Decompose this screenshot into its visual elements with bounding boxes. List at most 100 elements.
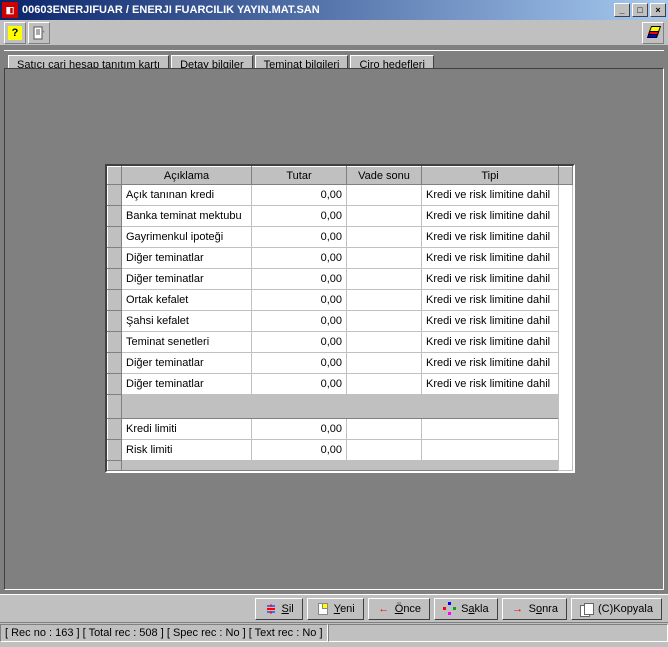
col-header-due[interactable]: Vade sonu <box>347 167 422 185</box>
once-button[interactable]: ← Önce <box>368 598 430 620</box>
sonra-button[interactable]: → Sonra <box>502 598 567 620</box>
cell-desc[interactable]: Diğer teminatlar <box>122 374 252 395</box>
cell-type[interactable]: Kredi ve risk limitine dahil <box>422 185 559 206</box>
cell-type[interactable]: Kredi ve risk limitine dahil <box>422 206 559 227</box>
cell-type[interactable] <box>422 419 559 440</box>
cell-due[interactable] <box>347 311 422 332</box>
row-header[interactable] <box>108 206 122 227</box>
cell-due[interactable] <box>347 227 422 248</box>
cell-desc[interactable]: Gayrimenkul ipoteği <box>122 227 252 248</box>
prev-icon: ← <box>377 602 391 616</box>
document-button[interactable] <box>28 22 50 44</box>
cell-desc[interactable]: Şahsi kefalet <box>122 311 252 332</box>
cell-due[interactable] <box>347 185 422 206</box>
cell-type[interactable]: Kredi ve risk limitine dahil <box>422 332 559 353</box>
cell-amount[interactable]: 0,00 <box>252 185 347 206</box>
cell-desc[interactable]: Açık tanınan kredi <box>122 185 252 206</box>
cell-desc[interactable]: Risk limiti <box>122 440 252 461</box>
toolbar: ? <box>0 20 668 46</box>
row-header[interactable] <box>108 440 122 461</box>
close-button[interactable]: × <box>650 3 666 17</box>
table-row[interactable]: Diğer teminatlar0,00 Kredi ve risk limiti… <box>108 269 573 290</box>
table-row[interactable]: Ortak kefalet0,00 Kredi ve risk limitine … <box>108 290 573 311</box>
cell-due[interactable] <box>347 290 422 311</box>
table-row[interactable]: Diğer teminatlar0,00 Kredi ve risk limiti… <box>108 353 573 374</box>
cell-due[interactable] <box>347 206 422 227</box>
cell-type[interactable]: Kredi ve risk limitine dahil <box>422 311 559 332</box>
row-header[interactable] <box>108 332 122 353</box>
cell-due[interactable] <box>347 332 422 353</box>
row-header[interactable] <box>108 311 122 332</box>
row-header[interactable] <box>108 290 122 311</box>
cell-amount[interactable]: 0,00 <box>252 440 347 461</box>
cell-desc[interactable]: Teminat senetleri <box>122 332 252 353</box>
table-row[interactable]: Şahsi kefalet0,00 Kredi ve risk limitine … <box>108 311 573 332</box>
cell-desc[interactable]: Banka teminat mektubu <box>122 206 252 227</box>
cell-desc[interactable]: Diğer teminatlar <box>122 353 252 374</box>
cell-type[interactable]: Kredi ve risk limitine dahil <box>422 248 559 269</box>
table-row[interactable]: Teminat senetleri0,00 Kredi ve risk limit… <box>108 332 573 353</box>
window-title: 00603ENERJIFUAR / ENERJI FUARCILIK YAYIN… <box>22 4 614 16</box>
cell-amount[interactable]: 0,00 <box>252 248 347 269</box>
row-header[interactable] <box>108 419 122 440</box>
row-header[interactable] <box>108 269 122 290</box>
data-grid[interactable]: Açıklama Tutar Vade sonu Tipi Açık tanın… <box>105 164 575 473</box>
cell-type[interactable]: Kredi ve risk limitine dahil <box>422 290 559 311</box>
yeni-button[interactable]: Yeni <box>307 598 364 620</box>
cell-due[interactable] <box>347 419 422 440</box>
cell-due[interactable] <box>347 248 422 269</box>
cell-type[interactable]: Kredi ve risk limitine dahil <box>422 353 559 374</box>
row-header[interactable] <box>108 353 122 374</box>
cell-amount[interactable]: 0,00 <box>252 311 347 332</box>
table-row[interactable]: Banka teminat mektubu0,00 Kredi ve risk l… <box>108 206 573 227</box>
cell-type[interactable]: Kredi ve risk limitine dahil <box>422 269 559 290</box>
row-header[interactable] <box>108 227 122 248</box>
maximize-button[interactable]: □ <box>632 3 648 17</box>
layers-button[interactable] <box>642 22 664 44</box>
table-row[interactable]: Diğer teminatlar0,00 Kredi ve risk limiti… <box>108 374 573 395</box>
kopyala-button[interactable]: (C)Kopyala <box>571 598 662 620</box>
minimize-button[interactable]: _ <box>614 3 630 17</box>
cell-desc[interactable]: Kredi limiti <box>122 419 252 440</box>
cell-amount[interactable]: 0,00 <box>252 419 347 440</box>
cell-desc[interactable]: Diğer teminatlar <box>122 269 252 290</box>
cell-type[interactable]: Kredi ve risk limitine dahil <box>422 374 559 395</box>
row-header[interactable] <box>108 248 122 269</box>
header-row: Açıklama Tutar Vade sonu Tipi <box>108 167 573 185</box>
cell-due[interactable] <box>347 269 422 290</box>
cell-amount[interactable]: 0,00 <box>252 332 347 353</box>
tab-content: Açıklama Tutar Vade sonu Tipi Açık tanın… <box>4 68 664 590</box>
cell-amount[interactable]: 0,00 <box>252 206 347 227</box>
cell-amount[interactable]: 0,00 <box>252 353 347 374</box>
help-button[interactable]: ? <box>4 22 26 44</box>
col-header-type[interactable]: Tipi <box>422 167 559 185</box>
row-header[interactable] <box>108 185 122 206</box>
save-icon <box>443 602 457 616</box>
cell-amount[interactable]: 0,00 <box>252 374 347 395</box>
status-text: [ Rec no : 163 ] [ Total rec : 508 ] [ S… <box>0 624 328 642</box>
cell-type[interactable]: Kredi ve risk limitine dahil <box>422 227 559 248</box>
new-icon <box>316 602 330 616</box>
row-header[interactable] <box>108 374 122 395</box>
summary-row[interactable]: Risk limiti0,00 <box>108 440 573 461</box>
col-header-amount[interactable]: Tutar <box>252 167 347 185</box>
table-row[interactable]: Gayrimenkul ipoteği0,00 Kredi ve risk lim… <box>108 227 573 248</box>
cell-type[interactable] <box>422 440 559 461</box>
summary-row[interactable]: Kredi limiti0,00 <box>108 419 573 440</box>
cell-amount[interactable]: 0,00 <box>252 269 347 290</box>
col-header-desc[interactable]: Açıklama <box>122 167 252 185</box>
scroll-track[interactable] <box>559 185 573 471</box>
help-icon: ? <box>8 26 22 40</box>
cell-due[interactable] <box>347 374 422 395</box>
cell-desc[interactable]: Ortak kefalet <box>122 290 252 311</box>
table-row[interactable]: Açık tanınan kredi0,00 Kredi ve risk limi… <box>108 185 573 206</box>
cell-desc[interactable]: Diğer teminatlar <box>122 248 252 269</box>
sil-button[interactable]: Sil <box>255 598 303 620</box>
sakla-button[interactable]: Sakla <box>434 598 498 620</box>
table-row[interactable]: Diğer teminatlar0,00 Kredi ve risk limiti… <box>108 248 573 269</box>
cell-due[interactable] <box>347 353 422 374</box>
button-label: (C)Kopyala <box>598 603 653 615</box>
cell-amount[interactable]: 0,00 <box>252 227 347 248</box>
cell-amount[interactable]: 0,00 <box>252 290 347 311</box>
cell-due[interactable] <box>347 440 422 461</box>
